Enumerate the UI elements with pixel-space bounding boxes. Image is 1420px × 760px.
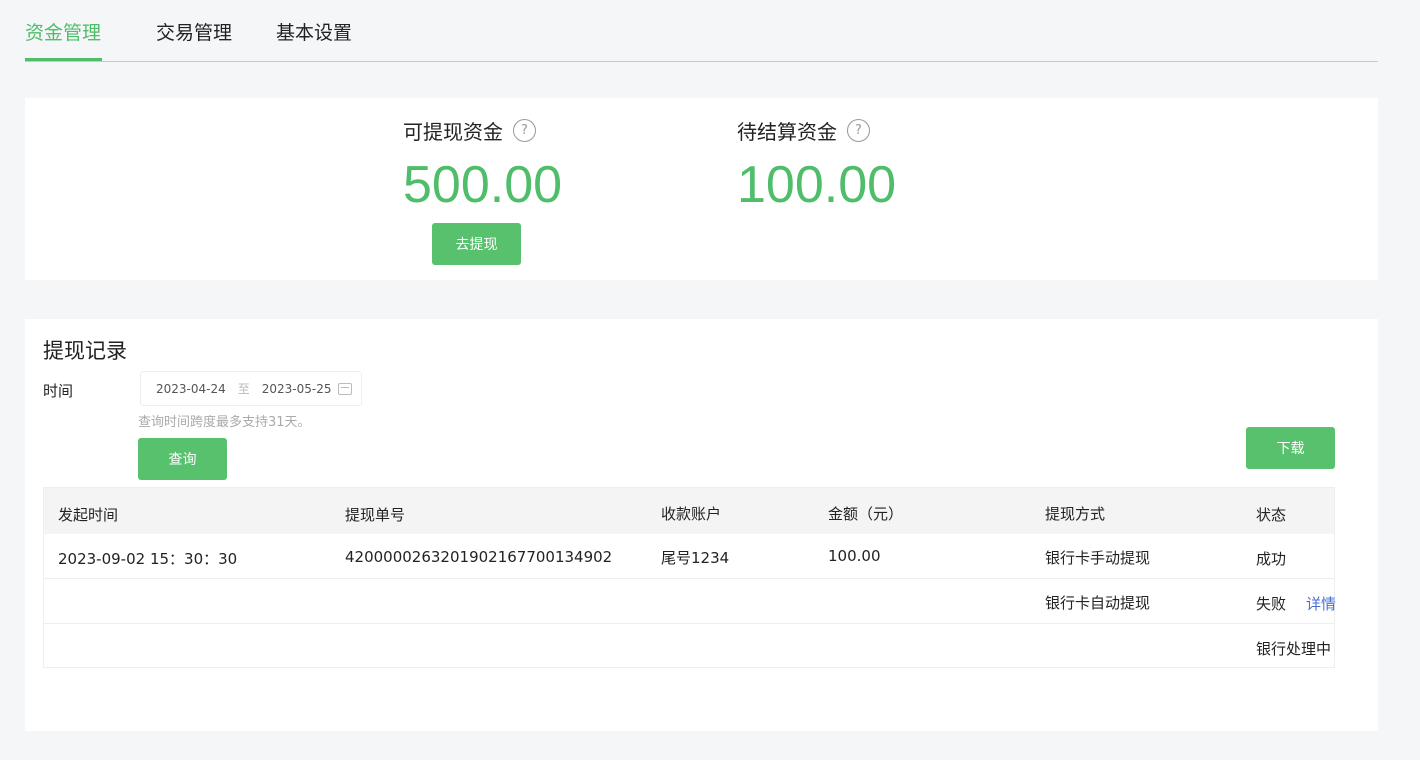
tab-basic-settings[interactable]: 基本设置 [276,18,352,45]
column-header-order-no: 提现单号 [345,506,406,524]
row-divider [44,578,1334,579]
download-button[interactable]: 下载 [1246,427,1335,469]
table-row-1-status: 成功 [1256,550,1287,568]
table-row-2-method: 银行卡自动提现 [1045,594,1151,612]
withdrawable-fund-amount: 500.00 [403,156,563,214]
active-tab-indicator [25,58,102,61]
date-range-picker[interactable]: 2023-04-24 至 2023-05-25 [140,371,362,406]
time-span-hint: 查询时间跨度最多支持31天。 [138,415,311,430]
table-row-1-time: 2023-09-02 15：30：30 [58,550,238,568]
withdrawable-fund-block: 可提现资金 ? 500.00 [403,116,562,213]
column-header-account: 收款账户 [661,505,722,523]
end-date-value[interactable]: 2023-05-25 [262,382,332,396]
query-button[interactable]: 查询 [138,438,227,480]
pending-fund-block: 待结算资金 ? 100.00 [737,116,896,213]
top-tab-bar: 资金管理 交易管理 基本设置 [25,0,1378,62]
date-separator: 至 [237,382,250,396]
records-table: 发起时间 提现单号 收款账户 金额（元） 提现方式 状态 2023-09-02 … [43,487,1336,668]
withdrawable-fund-label-row: 可提现资金 ? [403,116,562,145]
table-row-1-amount: 100.00 [828,547,881,565]
pending-fund-label-row: 待结算资金 ? [737,116,896,145]
row-divider [44,623,1334,624]
tab-fund-management[interactable]: 资金管理 [25,18,101,45]
calendar-icon[interactable] [338,383,352,395]
table-row-1-account: 尾号1234 [661,549,730,567]
pending-fund-amount: 100.00 [737,156,897,214]
withdrawable-fund-label: 可提现资金 [403,120,503,144]
start-date-value[interactable]: 2023-04-24 [156,382,226,396]
column-header-method: 提现方式 [1045,505,1106,523]
withdraw-button[interactable]: 去提现 [432,223,521,265]
question-circle-icon[interactable]: ? [847,119,870,142]
table-row-2-detail-link[interactable]: 详情 [1306,593,1336,614]
records-title: 提现记录 [43,339,127,363]
time-filter-label: 时间 [43,382,74,400]
table-header: 发起时间 提现单号 收款账户 金额（元） 提现方式 状态 [44,488,1334,534]
column-header-time: 发起时间 [58,506,119,524]
fund-summary-panel: 可提现资金 ? 500.00 待结算资金 ? 100.00 去提现 [25,98,1378,280]
table-row-1-method: 银行卡手动提现 [1045,549,1151,567]
withdraw-records-panel: 提现记录 时间 2023-04-24 至 2023-05-25 查询时间跨度最多… [25,319,1378,731]
tab-transaction-management[interactable]: 交易管理 [156,18,232,45]
pending-fund-label: 待结算资金 [737,120,837,144]
column-header-status: 状态 [1256,506,1287,524]
table-row-2-status: 失败 [1256,595,1287,613]
question-circle-icon[interactable]: ? [513,119,536,142]
table-row-3-status: 银行处理中 [1256,640,1332,658]
column-header-amount: 金额（元） [828,505,904,523]
table-row-1-order-no: 4200000263201902167700134902 [345,548,613,566]
